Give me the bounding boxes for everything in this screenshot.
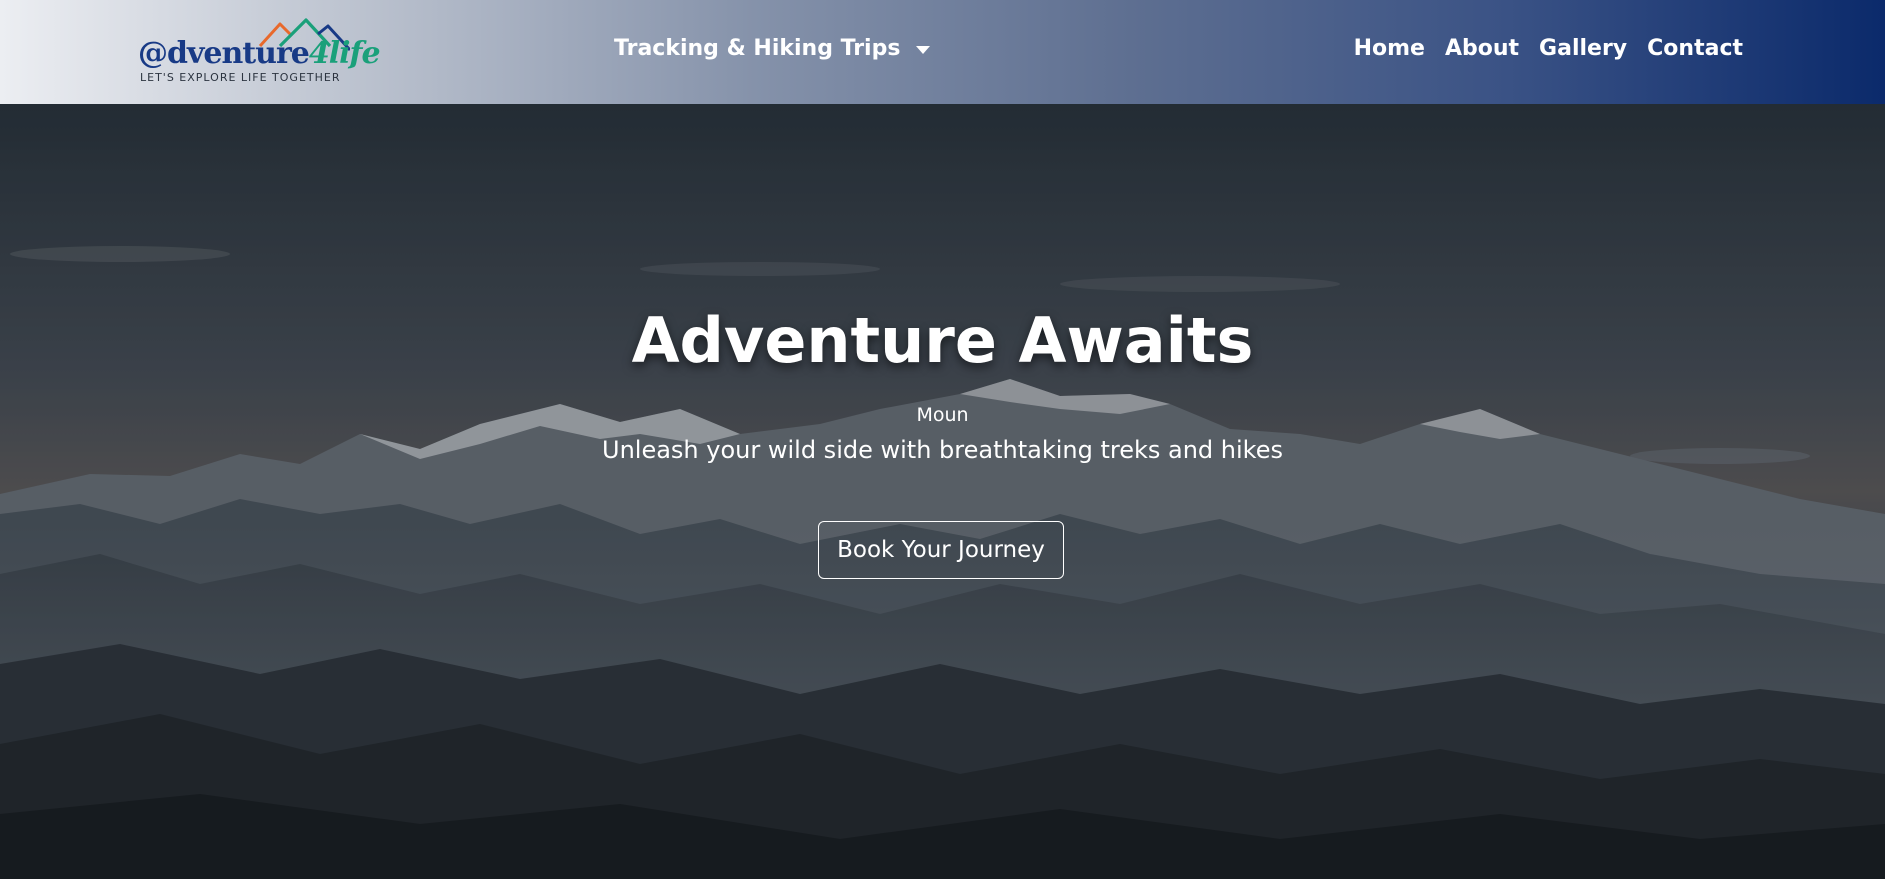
logo-accent: 4life (308, 36, 381, 71)
page: @dventure4life LET'S EXPLORE LIFE TOGETH… (0, 0, 1885, 879)
nav-link-about[interactable]: About (1445, 36, 1519, 61)
logo-prefix: @dventure (138, 36, 310, 71)
nav-link-home[interactable]: Home (1354, 36, 1425, 61)
trips-dropdown-label: Tracking & Hiking Trips (614, 36, 901, 61)
caret-down-icon (916, 45, 931, 54)
hero-small-text: Moun (916, 404, 969, 426)
trips-dropdown[interactable]: Tracking & Hiking Trips (614, 36, 931, 61)
hero-subtitle: Unleash your wild side with breathtaking… (602, 436, 1283, 464)
brand-logo[interactable]: @dventure4life LET'S EXPLORE LIFE TOGETH… (138, 16, 381, 88)
book-journey-button[interactable]: Book Your Journey (818, 521, 1064, 579)
navbar: @dventure4life LET'S EXPLORE LIFE TOGETH… (0, 0, 1885, 104)
logo-tagline: LET'S EXPLORE LIFE TOGETHER (140, 71, 341, 84)
nav-link-contact[interactable]: Contact (1647, 36, 1743, 61)
main-nav: Home About Gallery Contact (1354, 36, 1743, 61)
nav-link-gallery[interactable]: Gallery (1539, 36, 1627, 61)
logo-wordmark: @dventure4life (138, 36, 381, 71)
hero-title: Adventure Awaits (631, 304, 1254, 377)
hero-section: Adventure Awaits Moun Unleash your wild … (0, 104, 1885, 879)
mountain-background-image (0, 104, 1885, 879)
